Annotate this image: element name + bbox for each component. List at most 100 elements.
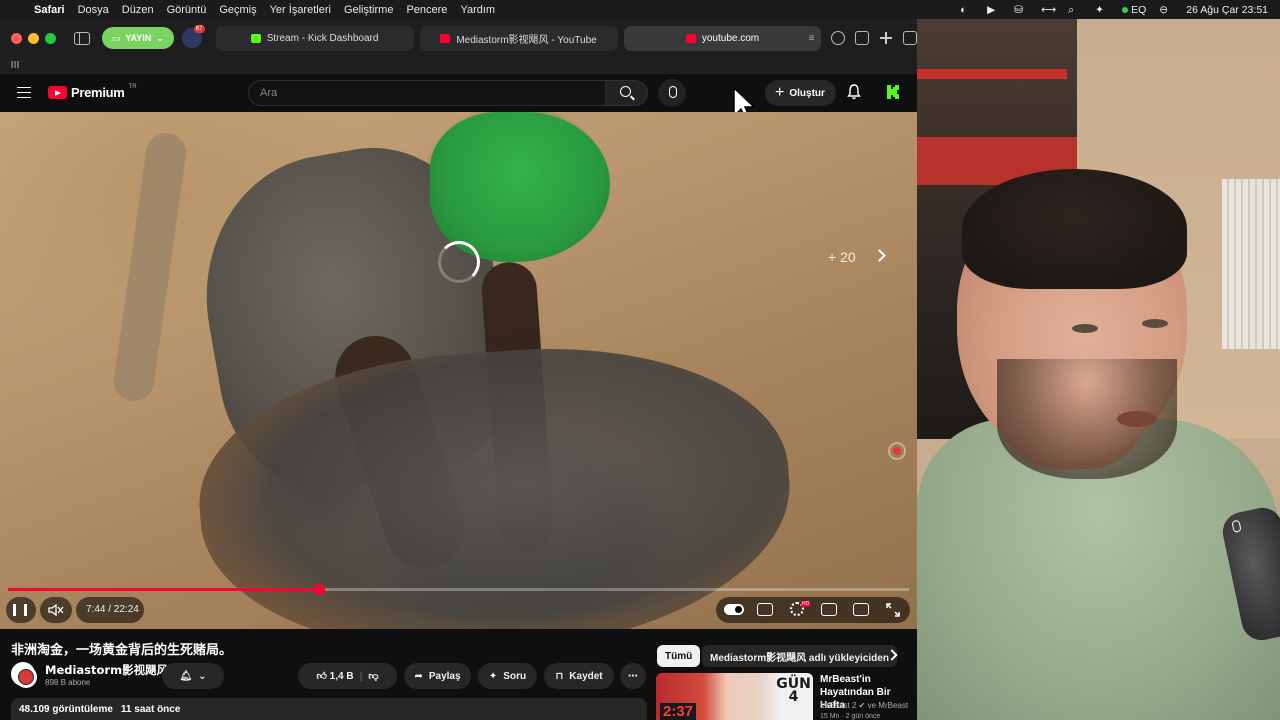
right-controls-pill (716, 597, 910, 623)
youtube-icon (685, 33, 696, 43)
menu-item-window[interactable]: Pencere (406, 4, 447, 16)
recommendation-stats: 15 Mn · 2 gün önce (820, 713, 881, 720)
notifications-bell-icon[interactable] (847, 84, 861, 100)
sparkle-icon[interactable]: ✦ (1095, 4, 1109, 16)
app-status-icon[interactable]: ⛁ (1014, 4, 1028, 16)
menu-app-name[interactable]: Safari (34, 4, 65, 16)
more-actions-button[interactable]: ⋯ (620, 663, 646, 689)
like-button[interactable]: 👍︎ 1,4 B (316, 670, 353, 682)
upload-time: 11 saat önce (120, 704, 181, 715)
reader-icon[interactable]: ≡ (809, 33, 815, 44)
pause-icon[interactable] (13, 604, 27, 616)
kick-icon (250, 33, 261, 43)
webcam-person-mouth (1117, 411, 1157, 427)
subscriber-count: 898 B abone (45, 678, 91, 687)
voice-search-icon[interactable] (658, 79, 686, 107)
control-center-icon[interactable]: ⊖ (1159, 4, 1173, 16)
channel-name[interactable]: Mediastorm影视飓风 (45, 662, 168, 678)
close-window-icon[interactable] (11, 32, 22, 44)
more-dots-icon: ⋯ (628, 670, 638, 682)
share-arrow-icon: ➦ (414, 670, 423, 682)
menu-item-develop[interactable]: Geliştirme (344, 4, 394, 16)
recommendation-channels[interactable]: MrBeast 2 ✔ ve MrBeast (820, 701, 908, 710)
search-input[interactable]: Ara (248, 80, 606, 106)
chat-icon: ▭ (111, 32, 121, 43)
play-circle-icon[interactable]: ▶ (987, 4, 1001, 16)
share-button[interactable]: ➦ Paylaş (404, 663, 471, 689)
video-frame-water (111, 130, 189, 404)
channel-avatar[interactable] (11, 662, 37, 688)
view-count: 48.109 görüntüleme (19, 704, 113, 715)
status-icon[interactable]: ◐ (960, 4, 974, 16)
menu-item-view[interactable]: Görüntü (167, 4, 207, 16)
like-count: 1,4 B (329, 671, 354, 682)
zoom-window-icon[interactable] (45, 32, 56, 44)
progress-bar[interactable] (8, 584, 909, 595)
skip-forward-label[interactable]: + 20 (828, 249, 856, 265)
menu-item-edit[interactable]: Düzen (122, 4, 154, 16)
yayin-button[interactable]: ▭ YAYIN ⌄ (101, 27, 174, 49)
subscribe-bell-button[interactable]: 🔔︎ ⌄ (162, 663, 224, 689)
account-avatar-icon[interactable] (885, 84, 901, 100)
ask-button[interactable]: ✦ Soru (478, 663, 537, 689)
chevron-down-icon: ⌄ (156, 32, 164, 43)
search-button[interactable] (605, 80, 648, 106)
thumbs-down-icon[interactable]: 👎︎ (368, 670, 378, 682)
save-label: Kaydet (569, 670, 603, 682)
save-button[interactable]: ⊓ Kaydet (544, 663, 614, 689)
safari-toolbar: ▭ YAYIN ⌄ 67 Stream - Kick Dashboard Med… (0, 19, 917, 57)
recommendation-thumbnail[interactable]: GÜN 4 2:37 (656, 673, 813, 720)
bookmark-icon: ⊓ (555, 670, 564, 682)
muted-speaker-icon[interactable] (48, 604, 64, 616)
fullscreen-icon[interactable] (886, 603, 900, 617)
webcam-radiator (1222, 179, 1280, 349)
youtube-header: Premium TR Ara + Oluştur (0, 74, 917, 112)
menu-item-history[interactable]: Geçmiş (219, 4, 256, 16)
create-button[interactable]: + Oluştur (765, 80, 836, 106)
thumbnail-clock: 2:37 (660, 703, 697, 720)
progress-fill (8, 588, 319, 591)
video-player[interactable] (0, 112, 917, 629)
share-icon[interactable] (855, 31, 870, 45)
airplay-icon[interactable] (853, 603, 869, 616)
spotlight-search-icon[interactable]: ⌕ (1068, 4, 1082, 16)
download-icon[interactable] (831, 31, 846, 45)
chip-from-uploader[interactable]: Mediastorm影视飓风 adlı yükleyiciden (702, 645, 897, 667)
sparkle-icon: ✦ (488, 670, 498, 682)
chip-all[interactable]: Tümü (657, 645, 701, 667)
extension-badge: 67 (193, 25, 205, 33)
search-icon (620, 86, 631, 97)
video-title: 非洲淘金，一场黄金背后的生死赌局。 (11, 643, 233, 658)
hd-badge: HD (801, 601, 811, 607)
subtitles-icon[interactable] (757, 603, 773, 616)
time-display: 7:44 / 22:24 (86, 604, 139, 615)
tab-title: Mediastorm影视飓风 - YouTube (456, 34, 597, 46)
minimize-window-icon[interactable] (28, 32, 39, 44)
menu-item-help[interactable]: Yardım (460, 4, 495, 16)
progress-scrubber[interactable] (313, 584, 325, 595)
record-icon[interactable] (888, 442, 906, 460)
tab-overview-icon[interactable] (903, 31, 917, 45)
youtube-premium-logo[interactable]: Premium TR (48, 84, 137, 100)
menu-item-bookmarks[interactable]: Yer İşaretleri (270, 4, 331, 16)
youtube-icon (440, 33, 451, 43)
window-controls (11, 32, 56, 44)
menu-clock[interactable]: 26 Ağu Çar 23:51 (1186, 4, 1268, 16)
eq-status[interactable]: EQ (1122, 4, 1146, 16)
code-icon[interactable]: ⟷ (1041, 4, 1056, 16)
menu-item-file[interactable]: Dosya (78, 4, 109, 16)
tab-title: Stream - Kick Dashboard (266, 32, 379, 44)
sidebar-toggle-icon[interactable] (74, 31, 90, 45)
webcam-overlay (917, 19, 1280, 720)
menu-icon[interactable] (17, 87, 31, 98)
new-tab-icon[interactable] (879, 31, 893, 45)
tab-youtube-active[interactable]: youtube.com ≡ (623, 25, 822, 51)
autoplay-toggle[interactable] (724, 604, 744, 615)
miniplayer-icon[interactable] (821, 603, 837, 616)
tab-kick-dashboard[interactable]: Stream - Kick Dashboard (215, 25, 414, 51)
ask-label: Soru (503, 670, 527, 682)
extension-button[interactable]: 67 (181, 25, 205, 48)
description-box[interactable]: 48.109 görüntüleme 11 saat önce (11, 698, 647, 720)
tab-mediastorm-youtube[interactable]: Mediastorm影视飓风 - YouTube (419, 25, 618, 51)
favorites-grid-icon[interactable] (11, 61, 20, 68)
